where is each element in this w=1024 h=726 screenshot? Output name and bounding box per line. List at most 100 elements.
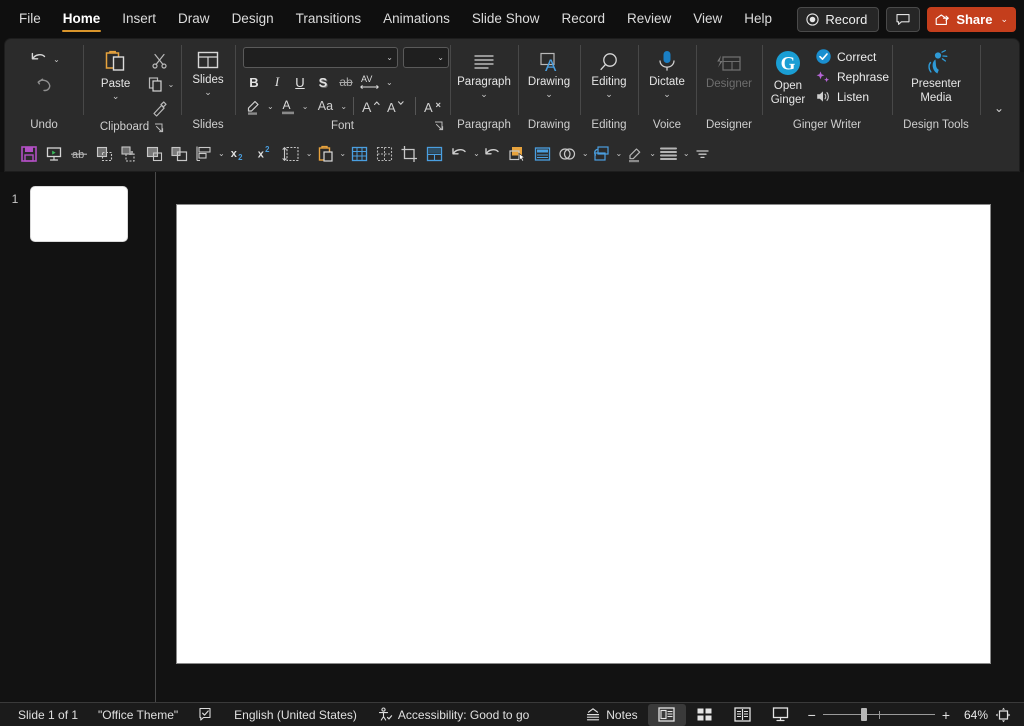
slide-layout-icon[interactable] <box>531 141 555 167</box>
font-name-input[interactable]: ⌄ <box>243 47 398 68</box>
change-case-button[interactable]: Aa <box>312 95 338 117</box>
fit-to-window-button[interactable] <box>988 704 1018 726</box>
language-status[interactable]: English (United States) <box>224 704 367 726</box>
undo-chevron-down-icon[interactable]: ⌄ <box>53 55 60 64</box>
redo-icon[interactable] <box>33 74 55 96</box>
strikethrough-icon[interactable]: ab <box>67 141 91 167</box>
dictate-button[interactable]: Dictate ⌄ <box>640 46 694 99</box>
paragraph-align-icon[interactable] <box>657 141 681 167</box>
chevron-down-icon[interactable]: ⌄ <box>204 88 212 97</box>
character-spacing-button[interactable]: AV <box>358 71 384 93</box>
slide-counter[interactable]: Slide 1 of 1 <box>8 704 88 726</box>
zoom-out-button[interactable]: − <box>808 707 816 723</box>
font-dialog-launcher-icon[interactable] <box>434 121 444 131</box>
paste-special-icon[interactable] <box>313 141 337 167</box>
chevron-down-icon[interactable]: ⌄ <box>545 90 553 99</box>
record-button[interactable]: Record <box>797 7 879 32</box>
character-spacing-chevron-down-icon[interactable]: ⌄ <box>386 78 393 87</box>
slide-canvas[interactable] <box>176 204 991 664</box>
subscript-icon[interactable]: x2 <box>226 141 252 167</box>
tab-help[interactable]: Help <box>733 0 783 38</box>
slide-canvas-area[interactable] <box>156 172 1024 702</box>
save-icon[interactable] <box>17 141 41 167</box>
redo-icon[interactable] <box>481 141 505 167</box>
paragraph-button[interactable]: Paragraph ⌄ <box>453 48 515 99</box>
view-normal-button[interactable] <box>648 704 686 726</box>
slide-thumbnail-1[interactable] <box>30 186 128 242</box>
bring-to-front-icon[interactable] <box>92 141 116 167</box>
clipboard-dialog-launcher-icon[interactable] <box>154 123 164 133</box>
ginger-rephrase-button[interactable]: Rephrase <box>815 68 889 85</box>
tab-transitions[interactable]: Transitions <box>285 0 373 38</box>
send-to-back-icon[interactable] <box>167 141 191 167</box>
ginger-correct-button[interactable]: Correct <box>815 48 889 65</box>
accessibility-status[interactable]: Accessibility: Good to go <box>367 704 539 726</box>
crop-icon[interactable] <box>397 141 421 167</box>
open-ginger-button[interactable]: G Open Ginger <box>765 46 811 107</box>
zoom-in-button[interactable]: + <box>942 707 950 723</box>
strikethrough-button[interactable]: ab <box>335 71 357 93</box>
tab-slide-show[interactable]: Slide Show <box>461 0 551 38</box>
group-objects-icon[interactable] <box>117 141 141 167</box>
highlight-icon[interactable] <box>623 141 647 167</box>
chevron-down-icon[interactable]: ⌄ <box>1000 14 1008 25</box>
chevron-down-icon[interactable]: ⌄ <box>437 53 444 62</box>
tab-draw[interactable]: Draw <box>167 0 221 38</box>
text-highlight-color-button[interactable] <box>243 95 265 117</box>
line-spacing-chevron-down-icon[interactable]: ⌄ <box>306 149 313 158</box>
ribbon-collapse-chevron-icon[interactable]: ⌄ <box>994 101 1004 129</box>
table-borders-icon[interactable] <box>372 141 396 167</box>
chevron-down-icon[interactable]: ⌄ <box>386 53 393 62</box>
font-color-chevron-down-icon[interactable]: ⌄ <box>302 102 309 111</box>
chevron-down-icon[interactable]: ⌄ <box>605 90 613 99</box>
zoom-slider-handle[interactable] <box>861 708 867 721</box>
editing-button[interactable]: Editing ⌄ <box>582 48 636 99</box>
view-slide-sorter-button[interactable] <box>686 704 724 726</box>
decrease-font-size-button[interactable]: A <box>385 95 409 117</box>
change-case-chevron-down-icon[interactable]: ⌄ <box>340 102 347 111</box>
tab-view[interactable]: View <box>682 0 733 38</box>
view-reading-button[interactable] <box>724 704 762 726</box>
ginger-listen-button[interactable]: Listen <box>815 88 889 105</box>
tab-home[interactable]: Home <box>52 0 112 38</box>
font-color-button[interactable]: A <box>278 95 300 117</box>
spellcheck-status[interactable] <box>188 704 224 726</box>
slide-thumbnail-item[interactable]: 1 <box>0 186 156 242</box>
presenter-media-button[interactable]: Presenter Media <box>896 46 976 105</box>
theme-name[interactable]: "Office Theme" <box>88 704 188 726</box>
align-chevron-down-icon[interactable]: ⌄ <box>218 149 225 158</box>
tab-animations[interactable]: Animations <box>372 0 461 38</box>
merge-shapes-chevron-down-icon[interactable]: ⌄ <box>582 149 589 158</box>
view-slideshow-button[interactable] <box>762 704 800 726</box>
chevron-down-icon[interactable]: ⌄ <box>663 90 671 99</box>
highlight-chevron-down-icon[interactable]: ⌄ <box>267 102 274 111</box>
replace-shape-chevron-down-icon[interactable]: ⌄ <box>616 149 623 158</box>
zoom-track[interactable] <box>823 709 935 721</box>
text-shadow-button[interactable]: S <box>312 71 334 93</box>
undo-icon[interactable] <box>447 141 471 167</box>
chevron-down-icon[interactable]: ⌄ <box>480 90 488 99</box>
highlight-chevron-down-icon[interactable]: ⌄ <box>649 149 656 158</box>
paste-button[interactable]: Paste ⌄ <box>90 46 142 101</box>
drawing-button[interactable]: A Drawing ⌄ <box>520 48 578 99</box>
italic-button[interactable]: I <box>266 71 288 93</box>
copy-button[interactable] <box>145 73 167 95</box>
merge-shapes-icon[interactable] <box>556 141 580 167</box>
insert-table-icon[interactable] <box>347 141 371 167</box>
cut-button[interactable] <box>145 49 175 71</box>
zoom-level-label[interactable]: 64% <box>958 708 988 722</box>
line-spacing-icon[interactable] <box>280 141 304 167</box>
designer-button[interactable]: Designer <box>698 50 760 91</box>
zoom-slider[interactable]: − + <box>800 707 958 723</box>
replace-shape-icon[interactable] <box>590 141 614 167</box>
start-presentation-icon[interactable] <box>42 141 66 167</box>
tab-design[interactable]: Design <box>221 0 285 38</box>
selection-pane-icon[interactable] <box>506 141 530 167</box>
format-painter-button[interactable] <box>145 97 175 119</box>
more-commands-icon[interactable] <box>691 141 715 167</box>
clear-formatting-button[interactable]: A <box>422 95 446 117</box>
picture-layout-icon[interactable] <box>422 141 446 167</box>
increase-font-size-button[interactable]: A <box>360 95 384 117</box>
paste-special-chevron-down-icon[interactable]: ⌄ <box>339 149 346 158</box>
comments-button[interactable] <box>886 7 920 32</box>
